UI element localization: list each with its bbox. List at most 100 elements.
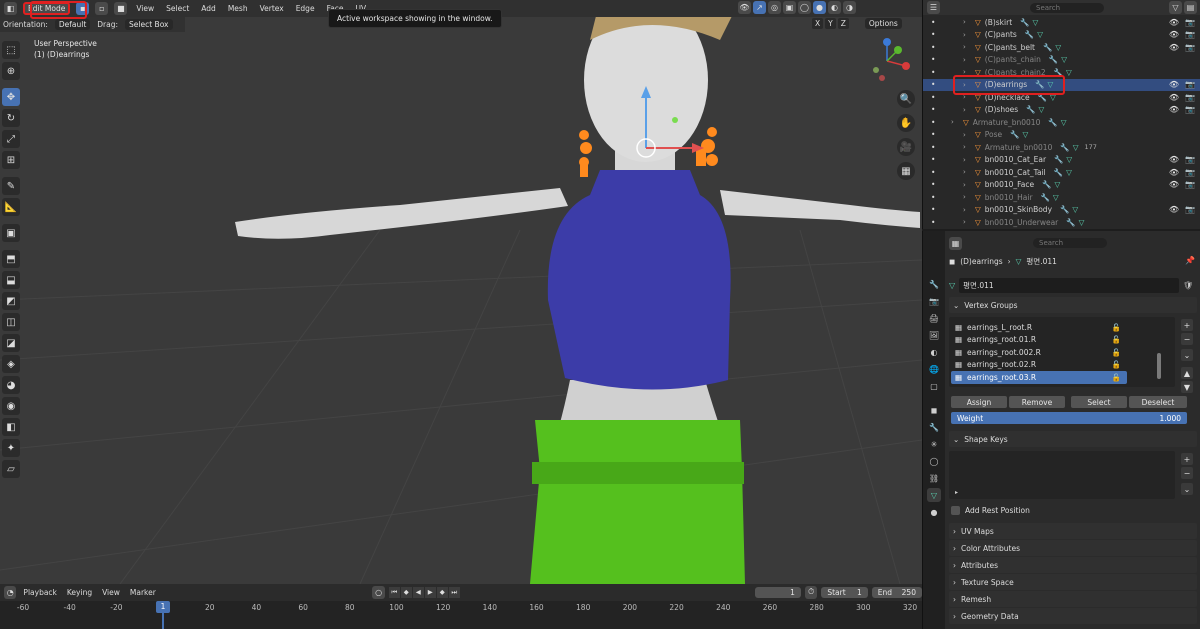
drag-dropdown[interactable]: Select Box — [125, 19, 173, 30]
camera-render-icon[interactable]: 📷 — [1185, 80, 1195, 89]
row-enable-dot[interactable]: • — [931, 180, 935, 189]
play-reverse-icon[interactable]: ◀ — [412, 586, 424, 598]
edge-select-icon[interactable]: ▫ — [95, 2, 109, 15]
timeline-keying-menu[interactable]: Keying — [64, 588, 95, 597]
orientation-dropdown[interactable]: Default — [54, 19, 91, 30]
camera-render-icon[interactable]: 📷 — [1185, 180, 1195, 189]
row-enable-dot[interactable]: • — [931, 43, 935, 52]
eye-icon[interactable]: 👁 — [1169, 93, 1179, 102]
eye-icon[interactable]: 👁 — [1169, 168, 1179, 177]
shape-keys-panel-header[interactable]: ⌄ Shape Keys — [949, 431, 1197, 447]
move-tool-icon[interactable]: ✥ — [2, 88, 20, 106]
collapsed-panel-header[interactable]: › Color Attributes — [949, 540, 1197, 556]
vertex-group-item[interactable]: ▦ earrings_root.03.R 🔓 — [951, 371, 1127, 384]
xray-toggle-icon[interactable]: ▣ — [783, 1, 796, 14]
outliner-row[interactable]: • › ▽ bn0010_Hair 🔧 ▽ — [923, 191, 1200, 204]
row-enable-dot[interactable]: • — [931, 130, 935, 139]
measure-tool-icon[interactable]: 📐 — [2, 198, 20, 216]
assign-button[interactable]: Assign — [951, 396, 1007, 408]
pan-hand-icon[interactable]: ✋ — [897, 114, 915, 132]
camera-icon[interactable]: 🎥 — [897, 138, 915, 156]
outliner-row[interactable]: • › ▽ bn0010_Cat_Ear 🔧 ▽ 👁 📷 — [923, 154, 1200, 167]
lock-icon[interactable]: 🔓 — [1112, 360, 1121, 369]
outliner-row[interactable]: • › ▽ (C)pants_chain 🔧 ▽ — [923, 54, 1200, 67]
poly-build-tool-icon[interactable]: ◈ — [2, 355, 20, 373]
constraints-tab-icon[interactable]: ⛓ — [927, 471, 941, 485]
outliner-row[interactable]: • › ▽ Armature_bn0010 🔧 ▽ — [923, 116, 1200, 129]
render-tab-icon[interactable]: 📷 — [927, 294, 941, 308]
face-select-icon[interactable]: ■ — [114, 2, 128, 15]
camera-render-icon[interactable]: 📷 — [1185, 30, 1195, 39]
loop-cut-tool-icon[interactable]: ◫ — [2, 313, 20, 331]
row-enable-dot[interactable]: • — [931, 205, 935, 214]
collapsed-panel-header[interactable]: › Geometry Data — [949, 608, 1197, 624]
weight-slider[interactable]: Weight 1.000 — [951, 412, 1187, 424]
data-tab-icon[interactable]: ▽ — [927, 488, 941, 502]
menu-mesh[interactable]: Mesh — [225, 4, 251, 13]
outliner-row[interactable]: • › ▽ (B)skirt 🔧 ▽ 👁 📷 — [923, 16, 1200, 29]
editor-type-icon[interactable]: ◧ — [4, 2, 17, 15]
preview-range-icon[interactable]: ⏱ — [804, 585, 818, 599]
eye-icon[interactable]: 👁 — [1169, 105, 1179, 114]
cursor-tool-icon[interactable]: ⊕ — [2, 62, 20, 80]
vertex-group-item[interactable]: ▦ earrings_root.01.R 🔓 — [951, 334, 1127, 347]
mirror-x-toggle[interactable]: X — [812, 18, 824, 29]
zoom-icon[interactable]: 🔍 — [897, 90, 915, 108]
lock-icon[interactable]: 🔓 — [1112, 323, 1121, 332]
overlay-toggle-icon[interactable]: ◎ — [768, 1, 781, 14]
outliner-row[interactable]: • › ▽ Pose 🔧 ▽ — [923, 129, 1200, 142]
expand-arrow-icon[interactable]: › — [963, 18, 971, 26]
visibility-icon[interactable]: 👁 — [738, 1, 751, 14]
vertex-group-specials-icon[interactable]: ⌄ — [1181, 349, 1193, 361]
eye-icon[interactable]: 👁 — [1169, 180, 1179, 189]
start-frame-field[interactable]: Start 1 — [821, 586, 868, 598]
timeline-editor-icon[interactable]: ◔ — [4, 585, 17, 599]
expand-arrow-icon[interactable]: › — [963, 193, 971, 201]
autokey-icon[interactable]: ○ — [372, 585, 385, 599]
shading-material-icon[interactable]: ◐ — [828, 1, 841, 14]
shading-render-icon[interactable]: ◑ — [843, 1, 856, 14]
eye-icon[interactable]: 👁 — [1169, 43, 1179, 52]
menu-view[interactable]: View — [133, 4, 157, 13]
select-box-tool-icon[interactable]: ⬚ — [2, 41, 20, 59]
add-cube-tool-icon[interactable]: ▣ — [2, 224, 20, 242]
transform-tool-icon[interactable]: ⊞ — [2, 151, 20, 169]
mirror-y-toggle[interactable]: Y — [825, 18, 836, 29]
jump-start-icon[interactable]: ⏮ — [388, 586, 400, 598]
row-enable-dot[interactable]: • — [931, 168, 935, 177]
vertex-group-item[interactable]: ▦ earrings_L_root.R 🔓 — [951, 321, 1127, 334]
modifier-tab-icon[interactable]: 🔧 — [927, 420, 941, 434]
remove-shape-key-button[interactable]: − — [1181, 467, 1193, 479]
outliner-search[interactable]: Search — [1030, 2, 1104, 13]
lock-icon[interactable]: 🔓 — [1112, 335, 1121, 344]
camera-render-icon[interactable]: 📷 — [1185, 168, 1195, 177]
rotate-tool-icon[interactable]: ↻ — [2, 109, 20, 127]
scale-tool-icon[interactable]: ⤢ — [2, 130, 20, 148]
camera-render-icon[interactable]: 📷 — [1185, 105, 1195, 114]
mesh-name-field[interactable]: 평면.011 — [959, 278, 1180, 293]
menu-add[interactable]: Add — [198, 4, 219, 13]
props-search[interactable]: Search — [1033, 238, 1107, 248]
eye-icon[interactable]: 👁 — [1169, 30, 1179, 39]
bevel-tool-icon[interactable]: ◩ — [2, 292, 20, 310]
add-rest-position-checkbox[interactable] — [951, 506, 960, 515]
jump-end-icon[interactable]: ⏭ — [448, 586, 460, 598]
collapsed-panel-header[interactable]: › Texture Space — [949, 574, 1197, 590]
collapsed-panel-header[interactable]: › UV Maps — [949, 523, 1197, 539]
expand-arrow-icon[interactable]: › — [963, 206, 971, 214]
row-enable-dot[interactable]: • — [931, 193, 935, 202]
row-enable-dot[interactable]: • — [931, 143, 935, 152]
row-enable-dot[interactable]: • — [931, 93, 935, 102]
eye-icon[interactable]: 👁 — [1169, 205, 1179, 214]
smooth-tool-icon[interactable]: ◉ — [2, 397, 20, 415]
row-enable-dot[interactable]: • — [931, 55, 935, 64]
row-enable-dot[interactable]: • — [931, 118, 935, 127]
annotate-tool-icon[interactable]: ✎ — [2, 177, 20, 195]
timeline-marker-menu[interactable]: Marker — [127, 588, 159, 597]
row-enable-dot[interactable]: • — [931, 30, 935, 39]
scene-tab-icon[interactable]: ◐ — [927, 345, 941, 359]
inset-tool-icon[interactable]: ⬓ — [2, 271, 20, 289]
add-shape-key-button[interactable]: + — [1181, 453, 1193, 465]
add-rest-position-row[interactable]: Add Rest Position — [951, 506, 1030, 515]
expand-arrow-icon[interactable]: › — [963, 106, 971, 114]
